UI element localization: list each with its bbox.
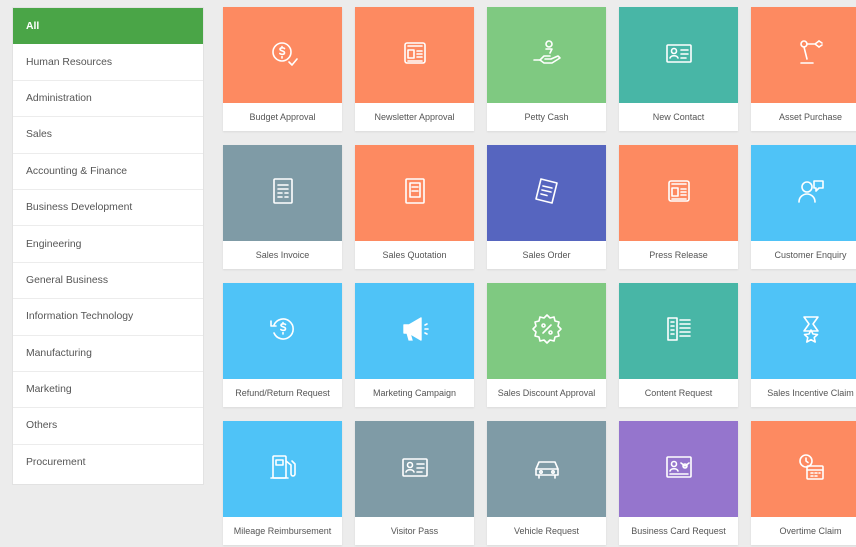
newspaper-icon (397, 35, 433, 76)
hand-coin-icon (529, 35, 565, 76)
sidebar-item-human-resources[interactable]: Human Resources (13, 44, 203, 81)
sidebar-item-sales[interactable]: Sales (13, 117, 203, 154)
sidebar-item-accounting-finance[interactable]: Accounting & Finance (13, 154, 203, 190)
template-tile-business-card-request[interactable]: Business Card Request (619, 421, 738, 545)
template-tile-content-request[interactable]: Content Request (619, 283, 738, 407)
template-tile-customer-enquiry[interactable]: Customer Enquiry (751, 145, 856, 269)
template-tile-asset-purchase[interactable]: Asset Purchase (751, 7, 856, 131)
template-tile-banner (751, 7, 856, 103)
sidebar-item-information-technology[interactable]: Information Technology (13, 299, 203, 336)
clock-calendar-icon (793, 449, 829, 490)
template-tile-label: Overtime Claim (779, 526, 842, 536)
sidebar-item-others[interactable]: Others (13, 408, 203, 445)
template-tile-banner (223, 145, 342, 241)
sidebar-item-business-development[interactable]: Business Development (13, 190, 203, 227)
content-list-icon (661, 311, 697, 352)
order-receipt-icon (529, 173, 565, 214)
template-tile-label: Vehicle Request (513, 526, 580, 536)
template-tile-petty-cash[interactable]: Petty Cash (487, 7, 606, 131)
template-tile-sales-discount-approval[interactable]: Sales Discount Approval (487, 283, 606, 407)
sidebar-item-marketing[interactable]: Marketing (13, 372, 203, 409)
refund-icon (265, 311, 301, 352)
template-tile-banner (223, 7, 342, 103)
template-tile-banner (487, 283, 606, 379)
template-tile-label: Newsletter Approval (374, 112, 455, 122)
template-tile-banner (619, 283, 738, 379)
car-icon (529, 449, 565, 490)
robot-arm-icon (793, 35, 829, 76)
template-tile-sales-invoice[interactable]: Sales Invoice (223, 145, 342, 269)
template-tile-label: Refund/Return Request (235, 388, 330, 398)
template-tile-visitor-pass[interactable]: Visitor Pass (355, 421, 474, 545)
invoice-icon (265, 173, 301, 214)
template-tile-label: Business Card Request (631, 526, 726, 536)
template-tile-label: Sales Discount Approval (497, 388, 596, 398)
template-tile-banner (619, 421, 738, 517)
fuel-pump-icon (265, 449, 301, 490)
template-tile-newsletter-approval[interactable]: Newsletter Approval (355, 7, 474, 131)
template-tile-refund-return-request[interactable]: Refund/Return Request (223, 283, 342, 407)
template-tile-banner (355, 145, 474, 241)
template-tile-banner (751, 421, 856, 517)
template-tile-label: Budget Approval (249, 112, 316, 122)
person-chat-icon (793, 173, 829, 214)
template-tile-banner (487, 421, 606, 517)
template-tile-new-contact[interactable]: New Contact (619, 7, 738, 131)
sidebar-item-all[interactable]: All (13, 8, 203, 45)
sidebar-item-manufacturing[interactable]: Manufacturing (13, 336, 203, 372)
template-tile-banner (355, 421, 474, 517)
template-tile-label: Content Request (644, 388, 713, 398)
sidebar-item-engineering[interactable]: Engineering (13, 226, 203, 263)
template-tile-banner (355, 7, 474, 103)
template-tile-label: Petty Cash (524, 112, 569, 122)
template-tile-banner (487, 7, 606, 103)
template-tile-label: Press Release (649, 250, 708, 260)
template-tile-label: Visitor Pass (390, 526, 439, 536)
template-tile-banner (223, 421, 342, 517)
template-tile-banner (355, 283, 474, 379)
contact-card-icon (661, 35, 697, 76)
template-tile-budget-approval[interactable]: Budget Approval (223, 7, 342, 131)
template-tile-banner (751, 283, 856, 379)
template-tile-sales-order[interactable]: Sales Order (487, 145, 606, 269)
template-tile-banner (619, 145, 738, 241)
template-tile-label: Sales Quotation (382, 250, 447, 260)
template-tile-overtime-claim[interactable]: Overtime Claim (751, 421, 856, 545)
newspaper-icon (661, 173, 697, 214)
template-tile-press-release[interactable]: Press Release (619, 145, 738, 269)
template-grid: Budget Approval Newsletter Approval Petty … (223, 7, 856, 545)
sidebar-item-procurement[interactable]: Procurement (13, 445, 203, 481)
trophy-star-icon (793, 311, 829, 352)
template-tile-label: Customer Enquiry (774, 250, 847, 260)
template-tile-vehicle-request[interactable]: Vehicle Request (487, 421, 606, 545)
template-tile-label: Sales Incentive Claim (767, 388, 854, 398)
business-card-icon (661, 449, 697, 490)
template-tile-sales-incentive-claim[interactable]: Sales Incentive Claim (751, 283, 856, 407)
percent-badge-icon (529, 311, 565, 352)
dollar-check-icon (265, 35, 301, 76)
template-tile-label: Sales Invoice (255, 250, 310, 260)
quotation-icon (397, 173, 433, 214)
template-tile-mileage-reimbursement[interactable]: Mileage Reimbursement (223, 421, 342, 545)
template-tile-banner (223, 283, 342, 379)
template-tile-banner (487, 145, 606, 241)
template-tile-label: Marketing Campaign (372, 388, 457, 398)
template-tile-banner (751, 145, 856, 241)
template-tile-sales-quotation[interactable]: Sales Quotation (355, 145, 474, 269)
contact-card-icon (397, 449, 433, 490)
template-tile-banner (619, 7, 738, 103)
category-sidebar: All Human Resources Administration Sales… (12, 7, 204, 485)
sidebar-item-general-business[interactable]: General Business (13, 263, 203, 300)
sidebar-item-administration[interactable]: Administration (13, 81, 203, 118)
template-tile-label: Asset Purchase (778, 112, 843, 122)
template-tile-label: Sales Order (522, 250, 571, 260)
megaphone-icon (397, 311, 433, 352)
template-tile-label: New Contact (652, 112, 705, 122)
template-tile-label: Mileage Reimbursement (233, 526, 332, 536)
template-tile-marketing-campaign[interactable]: Marketing Campaign (355, 283, 474, 407)
